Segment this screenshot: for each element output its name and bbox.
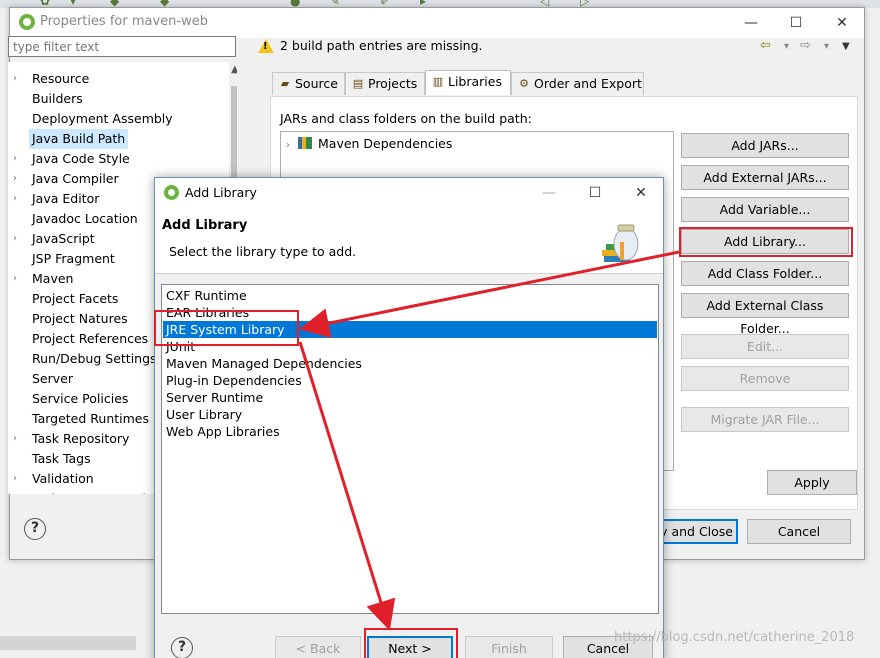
library-type-item[interactable]: CXF Runtime <box>163 287 657 304</box>
tree-item-label: Service Policies <box>32 391 129 406</box>
properties-titlebar: Properties for maven-web — ☐ ✕ <box>10 8 864 38</box>
expand-icon[interactable]: › <box>13 429 17 449</box>
dialog-header-description: Select the library type to add. <box>169 244 357 259</box>
tree-item-label: Project References <box>32 331 149 346</box>
expand-icon[interactable]: › <box>13 189 17 209</box>
add-external-jars-button[interactable]: Add External JARs... <box>681 165 849 190</box>
spring-logo-icon <box>164 185 179 200</box>
tree-item-label: Java Build Path <box>29 129 129 149</box>
back-button[interactable]: < Back <box>275 636 361 658</box>
library-type-item[interactable]: Maven Managed Dependencies <box>163 355 657 372</box>
library-type-item[interactable]: Plug-in Dependencies <box>163 372 657 389</box>
tree-item-label: JavaScript <box>32 231 95 246</box>
back-nav-icon[interactable]: ⇦ <box>760 38 771 53</box>
remove-button[interactable]: Remove <box>681 366 849 391</box>
expand-icon[interactable]: › <box>13 69 17 89</box>
tree-item-label: Validation <box>32 471 94 486</box>
maximize-button[interactable]: ☐ <box>784 12 808 34</box>
add-jars-button[interactable]: Add JARs... <box>681 133 849 158</box>
dialog-title: Add Library <box>185 185 257 200</box>
forward-nav-menu-icon[interactable]: ▾ <box>824 41 829 52</box>
tree-item-label: Task Repository <box>32 431 130 446</box>
apply-button[interactable]: Apply <box>767 470 857 495</box>
source-folder-icon: ▰ <box>280 77 290 90</box>
library-item-maven-dependencies[interactable]: › Maven Dependencies <box>286 136 452 151</box>
edit-button[interactable]: Edit... <box>681 334 849 359</box>
expand-icon[interactable]: › <box>13 469 17 489</box>
tree-item-label: Java Compiler <box>32 171 119 186</box>
add-class-folder-button[interactable]: Add Class Folder... <box>681 261 849 286</box>
scroll-up-icon[interactable]: ▲ <box>231 64 237 75</box>
dialog-minimize-button: — <box>542 185 556 201</box>
back-nav-menu-icon[interactable]: ▾ <box>784 41 789 52</box>
add-library-dialog: Add Library — ☐ ✕ Add Library Select the… <box>154 177 664 658</box>
close-button[interactable]: ✕ <box>830 12 854 34</box>
expand-icon[interactable]: › <box>13 149 17 169</box>
tree-item-label: Project Facets <box>32 291 119 306</box>
add-variable-button[interactable]: Add Variable... <box>681 197 849 222</box>
tree-item-label: Resource <box>32 71 90 86</box>
order-export-icon: ⚙ <box>519 77 529 90</box>
tab-libraries[interactable]: ▥ Libraries <box>425 70 511 95</box>
tree-item-label: Run/Debug Settings <box>32 351 157 366</box>
library-jar-icon <box>298 137 312 149</box>
spring-logo-icon <box>19 14 35 30</box>
tree-item-label: Java Code Style <box>32 151 130 166</box>
migrate-jar-button[interactable]: Migrate JAR File... <box>681 407 849 432</box>
properties-cancel-button[interactable]: Cancel <box>747 519 851 544</box>
expand-icon[interactable]: › <box>13 229 17 249</box>
expand-icon[interactable]: › <box>13 269 17 289</box>
tree-item-label: Deployment Assembly <box>32 111 173 126</box>
tree-item-label: Javadoc Location <box>32 211 138 226</box>
libraries-icon: ▥ <box>432 75 444 88</box>
dialog-close-button[interactable]: ✕ <box>629 182 653 204</box>
dialog-maximize-button[interactable]: ☐ <box>583 182 607 204</box>
tree-item-label: Project Natures <box>32 311 128 326</box>
tree-item-label: Targeted Runtimes <box>32 411 149 426</box>
background-bar <box>0 636 136 650</box>
add-external-class-folder-button[interactable]: Add External Class Folder... <box>681 293 849 336</box>
expand-icon[interactable]: › <box>13 169 17 189</box>
expand-icon[interactable]: › <box>286 140 290 151</box>
dialog-help-icon[interactable]: ? <box>171 637 193 658</box>
minimize-button[interactable]: — <box>739 12 763 34</box>
tree-item-label: Builders <box>32 91 83 106</box>
projects-icon: ▤ <box>352 77 364 90</box>
tree-item-label: Task Tags <box>32 451 91 466</box>
watermark-text: https://blog.csdn.net/catherine_2018 <box>614 630 855 645</box>
tab-projects[interactable]: ▤ Projects <box>345 72 425 95</box>
highlight-jre-system-library <box>154 310 299 346</box>
highlight-add-library <box>679 227 853 257</box>
library-type-item[interactable]: Server Runtime <box>163 389 657 406</box>
tree-item-label: Java Editor <box>32 191 100 206</box>
dialog-header-title: Add Library <box>162 218 248 233</box>
build-path-message: 2 build path entries are missing. <box>280 38 483 53</box>
help-icon[interactable]: ? <box>24 518 46 540</box>
finish-button[interactable]: Finish <box>465 636 553 658</box>
tab-order-export[interactable]: ⚙ Order and Export <box>511 72 644 95</box>
highlight-next-button <box>364 628 458 658</box>
properties-title: Properties for maven-web <box>40 14 208 29</box>
library-jar-icon <box>602 224 639 262</box>
warning-mark: ! <box>263 41 268 52</box>
tab-source[interactable]: ▰ Source <box>272 72 345 95</box>
dialog-titlebar: Add Library — ☐ ✕ <box>155 178 663 208</box>
library-type-item[interactable]: Web App Libraries <box>163 423 657 440</box>
tree-item-label: Maven <box>32 271 74 286</box>
view-menu-icon[interactable]: ▼ <box>842 41 850 52</box>
tree-item-label: Web Content Settings <box>29 489 171 494</box>
filter-input[interactable] <box>8 36 236 57</box>
forward-nav-icon[interactable]: ⇨ <box>800 38 811 53</box>
tree-item-label: JSP Fragment <box>32 251 115 266</box>
panel-label: JARs and class folders on the build path… <box>280 111 532 126</box>
tree-item-label: Server <box>32 371 73 386</box>
library-type-item[interactable]: User Library <box>163 406 657 423</box>
